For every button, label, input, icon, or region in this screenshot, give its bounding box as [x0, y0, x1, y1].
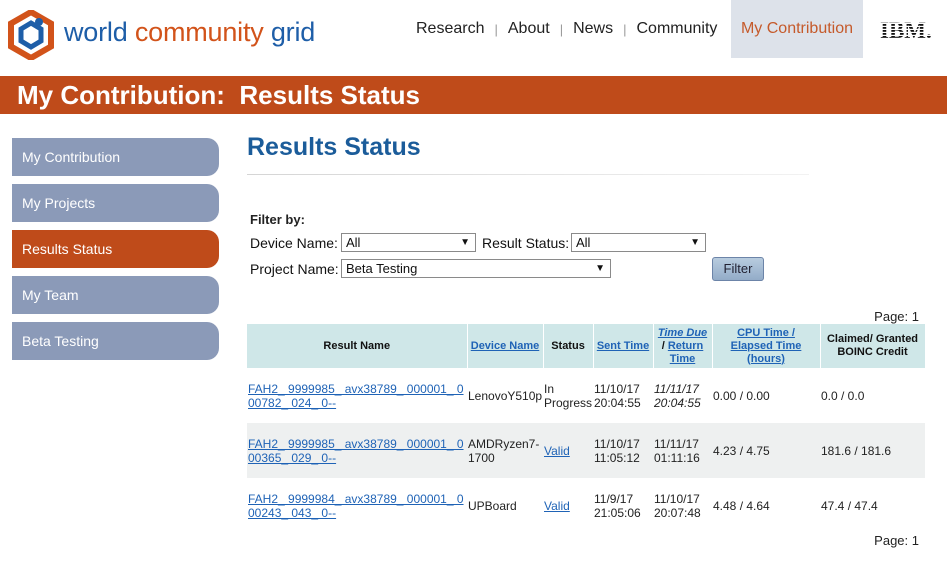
- site-header: world community grid Research | About | …: [0, 0, 947, 72]
- device-name-select[interactable]: All ▼: [341, 233, 476, 252]
- return-time-cell: 11/11/17 01:11:16: [653, 423, 712, 478]
- sort-return-time-link[interactable]: Return Time: [668, 340, 703, 365]
- col-result-name: Result Name: [247, 324, 468, 368]
- col-device-name[interactable]: Device Name: [467, 324, 544, 368]
- status-valid-link[interactable]: Valid: [544, 499, 570, 513]
- sort-device-name-link[interactable]: Device Name: [471, 340, 540, 352]
- nav-community[interactable]: Community: [626, 20, 727, 38]
- table-row: FAH2_ 9999984_ avx38789_ 000001_ 000243_…: [247, 478, 925, 533]
- ibm-logo-text: IBM.: [880, 18, 932, 42]
- filter-button[interactable]: Filter: [712, 257, 764, 281]
- sidebar-item-my-projects[interactable]: My Projects: [12, 184, 219, 222]
- device-cell: LenovoY510p: [468, 388, 543, 403]
- result-name-link[interactable]: FAH2_ 9999985_ avx38789_ 000001_ 000365_…: [248, 437, 464, 465]
- chevron-down-icon: ▼: [595, 263, 605, 274]
- credit-cell: 0.0 / 0.0: [821, 388, 865, 403]
- sent-time-cell: 11/9/17 21:05:06: [594, 491, 641, 520]
- nav-news[interactable]: News: [563, 20, 623, 38]
- sidebar-item-my-team[interactable]: My Team: [12, 276, 219, 314]
- result-status-select-value: All: [576, 235, 591, 250]
- sent-time-cell: 11/10/17 20:04:55: [594, 381, 641, 410]
- site-logo-text[interactable]: world community grid: [64, 17, 315, 48]
- table-row: FAH2_ 9999985_ avx38789_ 000001_ 000782_…: [247, 368, 925, 423]
- col-cpu-time[interactable]: CPU Time / Elapsed Time (hours): [712, 324, 821, 368]
- sort-cpu-time-link[interactable]: CPU Time / Elapsed Time (hours): [731, 327, 802, 365]
- result-status-label: Result Status:: [482, 235, 570, 251]
- result-name-link[interactable]: FAH2_ 9999985_ avx38789_ 000001_ 000782_…: [248, 382, 464, 410]
- nav-about[interactable]: About: [498, 20, 560, 38]
- page-title-bar: My Contribution: Results Status: [0, 76, 947, 114]
- page-heading: Results Status: [247, 133, 421, 161]
- cpu-time-cell: 0.00 / 0.00: [713, 388, 770, 403]
- results-table: Result Name Device Name Status Sent Time…: [247, 324, 926, 533]
- device-cell: UPBoard: [468, 498, 517, 513]
- nav-research[interactable]: Research: [406, 20, 494, 38]
- status-valid-link[interactable]: Valid: [544, 444, 570, 458]
- device-cell: AMDRyzen7-1700: [467, 423, 543, 478]
- col-boinc-credit: Claimed/ Granted BOINC Credit: [820, 324, 926, 368]
- project-name-label: Project Name:: [250, 261, 339, 277]
- heading-divider: [247, 174, 809, 175]
- result-name-link[interactable]: FAH2_ 9999984_ avx38789_ 000001_ 000243_…: [248, 492, 464, 520]
- pager-top: Page: 1: [874, 309, 919, 324]
- col-sent-time[interactable]: Sent Time: [593, 324, 654, 368]
- nav-my-contribution[interactable]: My Contribution: [731, 0, 863, 58]
- sidebar-item-beta-testing[interactable]: Beta Testing: [12, 322, 219, 360]
- table-row: FAH2_ 9999985_ avx38789_ 000001_ 000365_…: [247, 423, 925, 478]
- sidebar-item-results-status[interactable]: Results Status: [12, 230, 219, 268]
- ibm-logo-icon[interactable]: IBM.: [880, 18, 940, 42]
- device-name-select-value: All: [346, 235, 361, 250]
- sort-sent-time-link[interactable]: Sent Time: [597, 340, 649, 352]
- col-time-due[interactable]: Time Due / Return Time: [653, 324, 713, 368]
- filter-title: Filter by:: [250, 212, 305, 227]
- chevron-down-icon: ▼: [690, 237, 700, 248]
- col-status: Status: [543, 324, 594, 368]
- sort-time-due-link[interactable]: Time Due: [658, 327, 707, 339]
- device-name-label: Device Name:: [250, 235, 338, 251]
- pager-bottom: Page: 1: [874, 533, 919, 548]
- result-status-select[interactable]: All ▼: [571, 233, 706, 252]
- cpu-time-cell: 4.23 / 4.75: [712, 423, 820, 478]
- credit-cell: 181.6 / 181.6: [820, 423, 925, 478]
- main-nav: Research | About | News | Community: [406, 0, 727, 58]
- cpu-time-cell: 4.48 / 4.64: [713, 498, 770, 513]
- credit-cell: 47.4 / 47.4: [821, 498, 878, 513]
- chevron-down-icon: ▼: [460, 237, 470, 248]
- status-cell: In Progress: [544, 381, 593, 410]
- time-due-cell: 11/11/17 20:04:55: [654, 381, 701, 410]
- sent-time-cell: 11/10/17 11:05:12: [593, 423, 653, 478]
- wcg-logo-icon[interactable]: [6, 10, 56, 60]
- table-header-row: Result Name Device Name Status Sent Time…: [247, 324, 926, 368]
- project-name-select[interactable]: Beta Testing ▼: [341, 259, 611, 278]
- sidebar-item-my-contribution[interactable]: My Contribution: [12, 138, 219, 176]
- project-name-select-value: Beta Testing: [346, 261, 418, 276]
- return-time-cell: 11/10/17 20:07:48: [654, 491, 701, 520]
